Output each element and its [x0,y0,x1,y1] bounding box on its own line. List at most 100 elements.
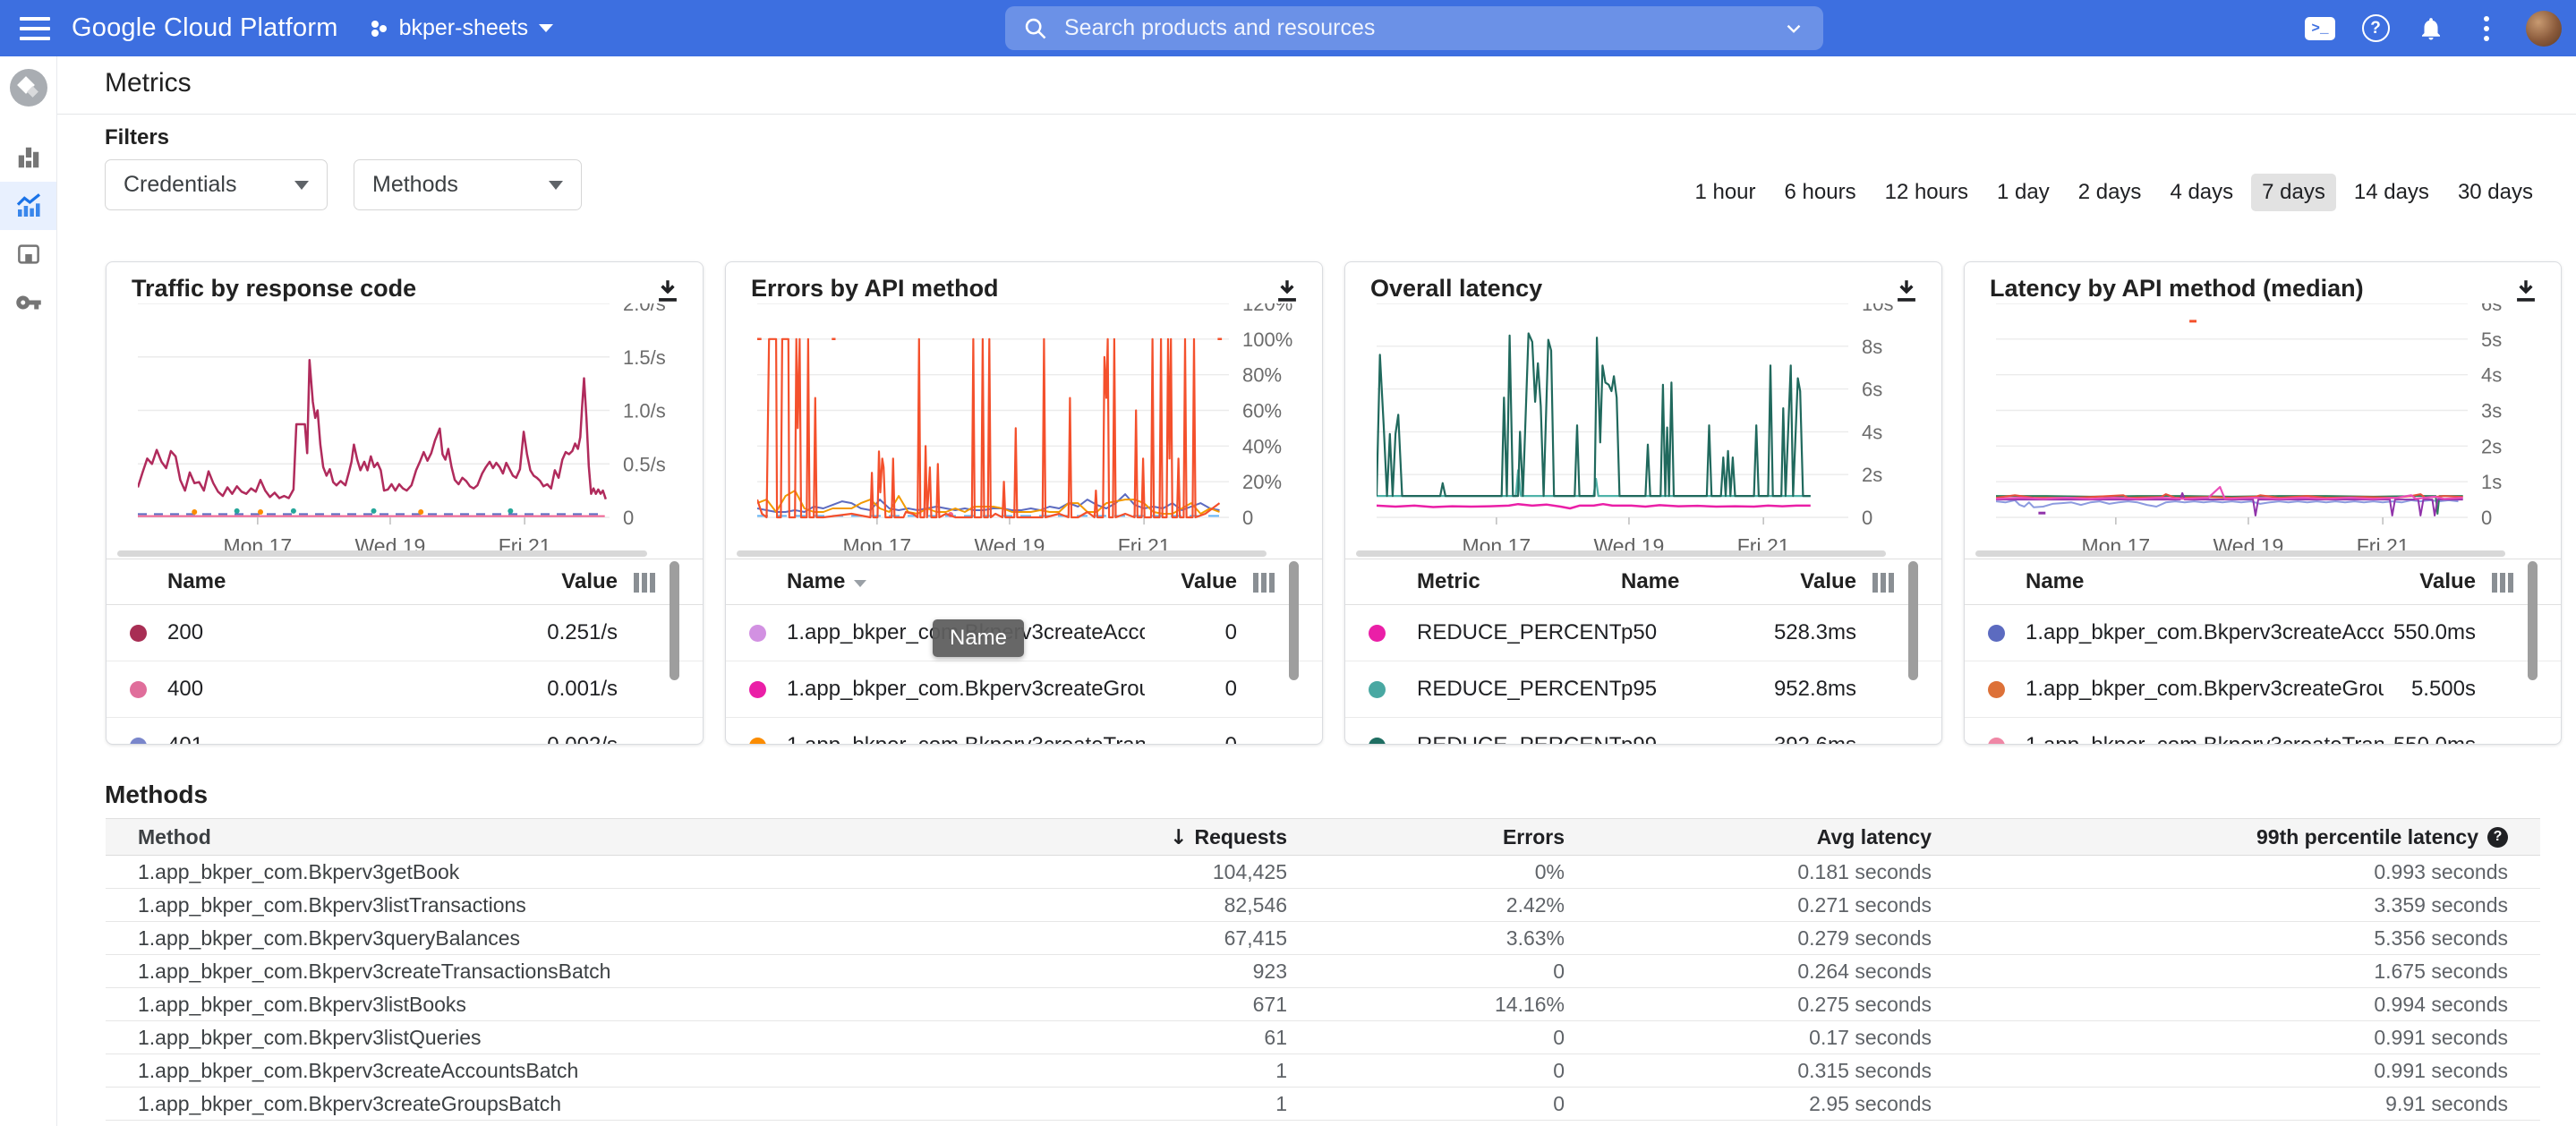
legend-row[interactable]: 200 0.251/s [107,605,703,661]
more-options-icon[interactable] [2470,13,2503,45]
column-picker-icon[interactable] [1253,573,1275,593]
key-icon [15,295,41,310]
col-p99-latency[interactable]: 99th percentile latency? [1932,825,2540,849]
col-errors[interactable]: Errors [1287,825,1565,849]
legend-col-metric[interactable]: Metric [1417,569,1621,594]
legend-col-name[interactable]: Name [2026,569,2084,594]
methods-section-title: Methods [105,781,209,808]
time-range-2-days[interactable]: 2 days [2068,174,2153,211]
horizontal-scrollbar[interactable] [737,550,1267,557]
svg-text:5s: 5s [2481,328,2502,351]
legend-value: 528.3ms [1773,620,1856,644]
legend-row[interactable]: 1.app_bkper_com.Bkperv3createTransactio.… [726,718,1322,744]
legend-col-value[interactable]: Value [2419,569,2476,594]
legend-row[interactable]: REDUCE_PERCENTILE_50p50 528.3ms [1345,605,1941,661]
legend-row[interactable]: 1.app_bkper_com.Bkperv3createGroupsBatch… [1965,661,2561,718]
legend-name: p50 [1621,620,1658,644]
time-range-12-hours[interactable]: 12 hours [1874,174,1979,211]
horizontal-scrollbar[interactable] [117,550,647,557]
download-icon[interactable] [2511,277,2541,307]
page-title: Metrics [105,68,192,98]
search-expand-icon[interactable] [1782,17,1805,40]
project-selector[interactable]: bkper-sheets [367,15,554,41]
table-cell: 0.994 seconds [2374,992,2508,1016]
table-cell: 0.181 seconds [1797,859,1932,883]
legend-row[interactable]: 401 0.002/s [107,718,703,744]
sidebar-item-overview[interactable] [0,133,56,182]
col-requests[interactable]: ↓ Requests [992,825,1287,849]
time-range-6-hours[interactable]: 6 hours [1774,174,1867,211]
legend-name: 1.app_bkper_com.Bkperv3createTransactio.… [787,733,1145,744]
chart-canvas: 10s8s6s4s2s0Mon 17 Wed 19 Fri 21 [1375,293,1893,558]
column-picker-icon[interactable] [2492,573,2513,593]
col-avg-latency[interactable]: Avg latency [1565,825,1932,849]
svg-text:100%: 100% [1242,328,1292,351]
legend-col-name[interactable]: Name [787,569,867,594]
table-cell: 1.app_bkper_com.Bkperv3queryBalances [138,926,521,950]
latency-chart[interactable]: 10s 8s 6s 4s 2s 0 Mon 17 Wed 19 Fri 21 [1375,293,1932,563]
median-latency-chart[interactable]: 6s 5s 4s 3s 2s 1s 0 Mon 17 Wed 19 Fri 21 [1995,293,2551,563]
svg-text:1s: 1s [2481,471,2502,493]
chevron-down-icon [549,180,563,190]
time-range-14-days[interactable]: 14 days [2343,174,2440,211]
api-service-logo[interactable] [0,64,56,112]
horizontal-scrollbar[interactable] [1975,550,2505,557]
legend-median-latency: Name Value 1.app_bkper_com.Bkperv3create… [1965,550,2561,744]
table-cell: 671 [1252,992,1287,1016]
legend-value: 0.002/s [547,733,618,744]
product-logo[interactable]: Google Cloud Platform [72,13,338,43]
legend-row[interactable]: REDUCE_PERCENTILE_99p99 392.6ms [1345,718,1941,744]
notifications-icon[interactable] [2415,13,2447,45]
sidebar-item-credentials[interactable] [0,278,56,327]
legend-row[interactable]: 1.app_bkper_com.Bkperv3createAccountsB..… [1965,605,2561,661]
table-row: 1.app_bkper_com.Bkperv3createGroupsBatch… [106,1088,2540,1121]
time-range-1-day[interactable]: 1 day [1986,174,2060,211]
table-cell: 1.app_bkper_com.Bkperv3createGroupsBatch [138,1091,562,1115]
vertical-scrollbar[interactable] [1289,561,1299,680]
cloud-shell-icon[interactable]: >_ [2304,13,2336,45]
search-bar[interactable] [1005,6,1823,50]
sidebar-item-metrics[interactable] [0,182,56,230]
time-range-1-hour[interactable]: 1 hour [1684,174,1766,211]
column-picker-icon[interactable] [1872,573,1894,593]
legend-row[interactable]: 400 0.001/s [107,661,703,718]
svg-text:2s: 2s [1862,464,1882,486]
time-range-7-days[interactable]: 7 days [2251,174,2336,211]
legend-col-value[interactable]: Value [1800,569,1856,594]
legend-value: 0 [1224,620,1237,644]
time-range-30-days[interactable]: 30 days [2447,174,2544,211]
menu-icon[interactable] [20,16,50,40]
help-icon[interactable]: ? [2487,826,2508,848]
svg-text:40%: 40% [1242,435,1282,457]
sidebar-item-quotas[interactable] [0,230,56,278]
legend-col-name[interactable]: Name [1621,569,1755,594]
errors-chart[interactable]: 120% 100% 80% 60% 40% 20% 0 Mon 17 Wed 19 Fri 21 [755,293,1312,563]
horizontal-scrollbar[interactable] [1356,550,1886,557]
methods-dropdown[interactable]: Methods [354,159,582,210]
traffic-chart[interactable]: 2.0/s 1.5/s 1.0/s 0.5/s 0 Mon 17 Wed 19 Fri 21 [136,293,693,563]
legend-row[interactable]: REDUCE_PERCENTILE_95p95 952.8ms [1345,661,1941,718]
vertical-scrollbar[interactable] [670,561,679,680]
download-icon[interactable] [1891,277,1922,307]
download-icon[interactable] [653,277,683,307]
legend-row[interactable]: 1.app_bkper_com.Bkperv3createTransactio.… [1965,718,2561,744]
credentials-dropdown[interactable]: Credentials [105,159,328,210]
legend-col-name[interactable]: Name [167,569,226,594]
table-cell: 67,415 [1224,926,1287,950]
column-picker-icon[interactable] [634,573,655,593]
legend-row[interactable]: 1.app_bkper_com.Bkperv3createGroupsBatch… [726,661,1322,718]
legend-name: p99 [1621,733,1755,744]
col-method[interactable]: Method [106,825,992,849]
table-cell: 0 [1553,959,1565,983]
legend-col-value[interactable]: Value [561,569,618,594]
time-range-4-days[interactable]: 4 days [2159,174,2244,211]
vertical-scrollbar[interactable] [2528,561,2538,680]
table-cell: 0 [1553,1058,1565,1082]
legend-col-value[interactable]: Value [1181,569,1237,594]
avatar[interactable] [2526,10,2562,47]
vertical-scrollbar[interactable] [1908,561,1918,680]
help-icon[interactable]: ? [2359,13,2392,45]
download-icon[interactable] [1272,277,1302,307]
search-input[interactable] [1062,14,1782,42]
legend-metric: REDUCE_PERCENTILE_99 [1417,733,1621,744]
